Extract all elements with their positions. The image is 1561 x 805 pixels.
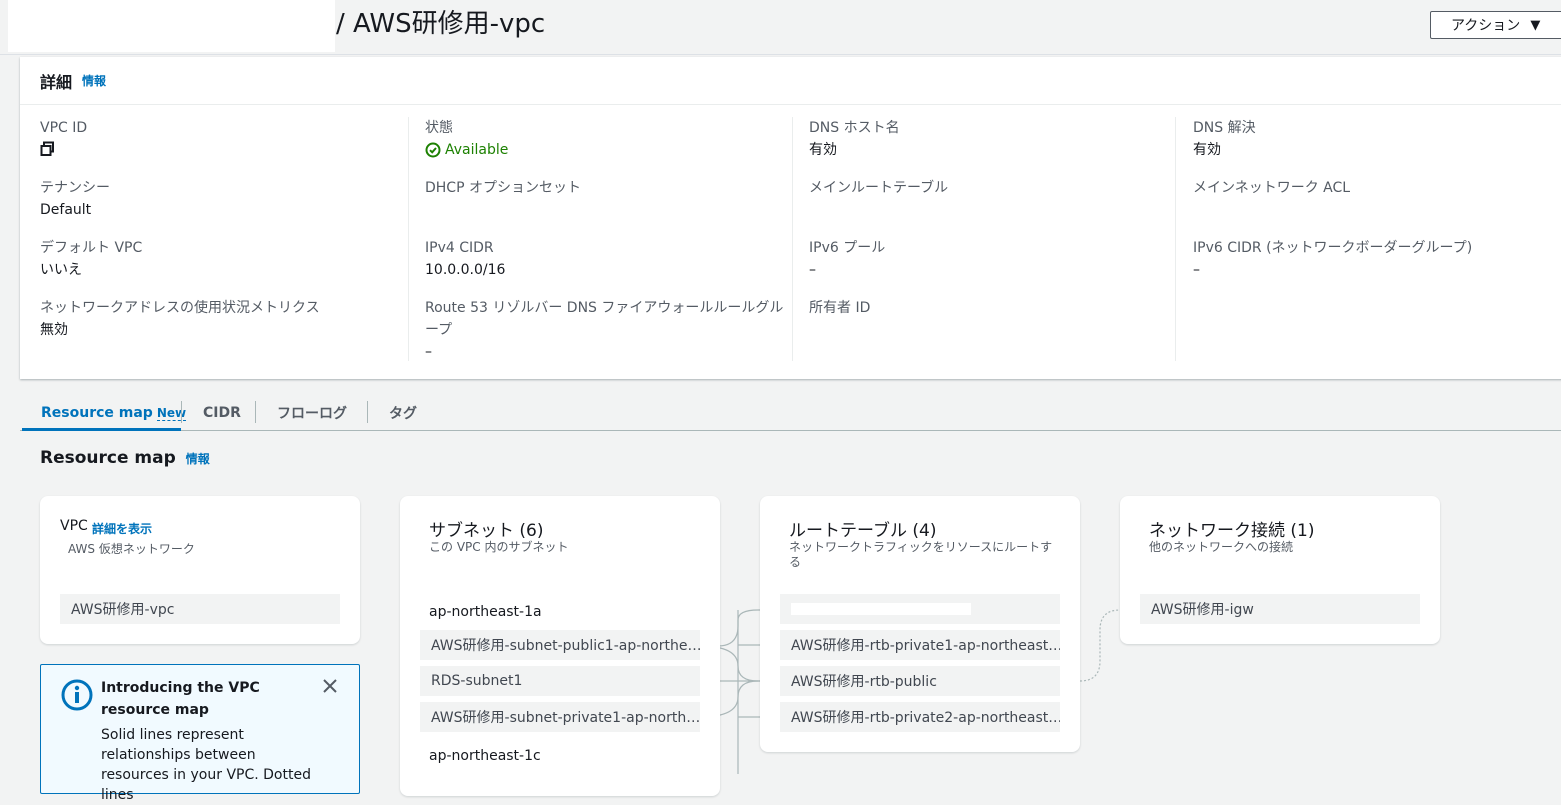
network-connections-card: ネットワーク接続 (1) 他のネットワークへの接続 AWS研修用-igw xyxy=(1120,496,1440,644)
route-table-item[interactable]: AWS研修用-rtb-public xyxy=(780,666,1060,696)
igw-item[interactable]: AWS研修用-igw xyxy=(1140,594,1420,624)
vpc-card-title: VPC xyxy=(60,518,88,534)
subnet-item[interactable]: RDS-subnet1 xyxy=(420,666,700,696)
route-table-item[interactable]: AWS研修用-rtb-private2-ap-northeast… xyxy=(780,702,1060,732)
az-label: ap-northeast-1c xyxy=(429,748,541,764)
route-table-item[interactable]: AWS研修用-rtb-private1-ap-northeast… xyxy=(780,630,1060,660)
route-table-card-title: ルートテーブル (4) xyxy=(789,521,937,541)
vpc-item[interactable]: AWS研修用-vpc xyxy=(60,594,340,624)
redacted-text xyxy=(791,603,971,615)
info-icon xyxy=(61,679,93,711)
subnet-card-subtitle: この VPC 内のサブネット xyxy=(429,540,569,554)
route-table-card-subtitle: ネットワークトラフィックをリソースにルートする xyxy=(789,540,1053,569)
subnet-card: サブネット (6) この VPC 内のサブネット ap-northeast-1a… xyxy=(400,496,720,796)
close-icon[interactable] xyxy=(319,675,341,697)
vpc-card-subtitle: AWS 仮想ネットワーク xyxy=(68,542,195,556)
intro-title: Introducing the VPC resource map xyxy=(101,680,260,718)
subnet-item[interactable]: AWS研修用-subnet-private1-ap-north… xyxy=(420,702,700,732)
subnet-item[interactable]: AWS研修用-subnet-public1-ap-northe… xyxy=(420,630,700,660)
route-table-card: ルートテーブル (4) ネットワークトラフィックをリソースにルートする AWS研… xyxy=(760,496,1080,752)
vpc-card: VPC 詳細を表示 AWS 仮想ネットワーク AWS研修用-vpc xyxy=(40,496,360,644)
vpc-details-link[interactable]: 詳細を表示 xyxy=(92,520,152,537)
subnet-card-title: サブネット (6) xyxy=(429,521,544,541)
route-table-item-redacted[interactable] xyxy=(780,594,1060,624)
intro-body: Solid lines represent relationships betw… xyxy=(101,727,311,803)
network-connections-subtitle: 他のネットワークへの接続 xyxy=(1149,540,1294,554)
az-label: ap-northeast-1a xyxy=(429,604,542,620)
intro-alert: Introducing the VPC resource map Solid l… xyxy=(40,664,360,803)
network-connections-title: ネットワーク接続 (1) xyxy=(1149,521,1315,541)
